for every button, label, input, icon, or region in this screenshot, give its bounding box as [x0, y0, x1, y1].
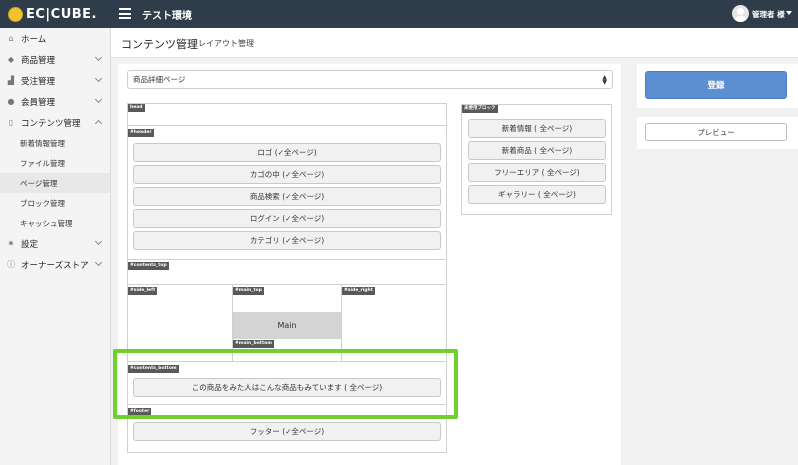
- sidebar-item-customers[interactable]: ● 会員管理: [0, 91, 110, 112]
- register-button[interactable]: 登録: [645, 71, 787, 99]
- unused-blocks-panel: 未使用ブロック 新着情報 ( 全ページ) 新着商品 ( 全ページ) フリーエリア…: [461, 104, 612, 215]
- sidebar-item-settings[interactable]: ✷ 設定: [0, 233, 110, 254]
- sidebar-subitem-cache[interactable]: キャッシュ管理: [0, 213, 110, 233]
- user-avatar-icon[interactable]: [732, 5, 749, 22]
- select-arrows-icon: ▲ ▼: [602, 74, 607, 86]
- page-select[interactable]: 商品詳細ページ ▲ ▼: [127, 70, 613, 89]
- section-tag-side-right: #side_right: [342, 287, 375, 295]
- top-bar: EC|CUBE. テスト環境 管理者 様: [0, 0, 798, 28]
- sidebar-item-label: オーナーズストア: [21, 260, 89, 271]
- main-content-area: Main: [233, 312, 341, 339]
- gear-icon: ✷: [7, 239, 15, 248]
- sidebar-item-owners-store[interactable]: ⓘ オーナーズストア: [0, 254, 110, 275]
- highlight-box: [113, 349, 458, 419]
- cart-icon: ▟: [7, 76, 15, 85]
- unused-block[interactable]: 新着商品 ( 全ページ): [468, 141, 606, 160]
- section-tag-contents-top: #contents_top: [128, 262, 169, 270]
- users-icon: ●: [7, 97, 15, 106]
- sidebar: ⌂ ホーム ◆ 商品管理 ▟ 受注管理 ● 会員管理 ▯ コンテンツ管理 新着情…: [0, 28, 111, 465]
- chevron-up-icon: [94, 119, 103, 128]
- register-card: 登録: [637, 64, 798, 108]
- sidebar-item-label: コンテンツ管理: [21, 118, 81, 129]
- sidebar-item-label: ホーム: [21, 34, 47, 45]
- tag-icon: ◆: [7, 55, 15, 64]
- section-tag-main-top: #main_top: [233, 287, 264, 295]
- sidebar-item-home[interactable]: ⌂ ホーム: [0, 28, 110, 49]
- unused-block[interactable]: ギャラリー ( 全ページ): [468, 185, 606, 204]
- file-icon: ▯: [8, 118, 14, 127]
- preview-card: プレビュー: [637, 117, 798, 149]
- hamburger-menu-icon[interactable]: [119, 8, 131, 19]
- sidebar-subitem-pages[interactable]: ページ管理: [0, 173, 110, 193]
- user-name[interactable]: 管理者 様: [752, 9, 785, 20]
- layout-block[interactable]: ログイン (✓全ページ): [133, 209, 441, 228]
- section-tag-main-bottom: #main_bottom: [233, 340, 274, 348]
- layout-block[interactable]: フッター (✓全ページ): [133, 422, 441, 441]
- chevron-down-icon: [94, 74, 103, 83]
- chevron-down-icon[interactable]: [786, 11, 792, 15]
- home-icon: ⌂: [8, 34, 14, 43]
- logo-mark-icon: [8, 6, 23, 22]
- sidebar-item-label: 会員管理: [21, 97, 56, 108]
- logo[interactable]: EC|CUBE.: [8, 6, 97, 22]
- page-subtitle: レイアウト管理: [198, 39, 254, 48]
- section-tag-header: #header: [128, 129, 154, 137]
- layout-block[interactable]: カゴの中 (✓全ページ): [133, 165, 441, 184]
- sidebar-subitem-blocks[interactable]: ブロック管理: [0, 193, 110, 213]
- chevron-down-icon: [94, 258, 103, 267]
- unused-blocks-label: 未使用ブロック: [462, 105, 498, 113]
- sidebar-item-contents[interactable]: ▯ コンテンツ管理: [0, 112, 110, 133]
- info-icon: ⓘ: [7, 260, 15, 269]
- preview-button[interactable]: プレビュー: [645, 123, 787, 141]
- sidebar-subitem-news[interactable]: 新着情報管理: [0, 133, 110, 153]
- page-title: コンテンツ管理: [121, 38, 198, 51]
- page-header: コンテンツ管理 レイアウト管理: [111, 28, 798, 58]
- sidebar-item-label: 受注管理: [21, 76, 56, 87]
- unused-block[interactable]: 新着情報 ( 全ページ): [468, 119, 606, 138]
- sidebar-item-label: 設定: [21, 239, 39, 250]
- chevron-down-icon: [94, 95, 103, 104]
- chevron-down-icon: [94, 53, 103, 62]
- section-tag-side-left: #side_left: [128, 287, 158, 295]
- shop-name: テスト環境: [142, 11, 192, 22]
- layout-block[interactable]: 商品検索 (✓全ページ): [133, 187, 441, 206]
- logo-text: EC|CUBE.: [26, 6, 97, 22]
- chevron-down-icon: [94, 237, 103, 246]
- layout-block[interactable]: カテゴリ (✓全ページ): [133, 231, 441, 250]
- sidebar-item-label: 商品管理: [21, 55, 56, 66]
- page-select-value: 商品詳細ページ: [133, 75, 186, 84]
- sidebar-item-orders[interactable]: ▟ 受注管理: [0, 70, 110, 91]
- layout-block[interactable]: ロゴ (✓全ページ): [133, 143, 441, 162]
- section-tag-head: head: [128, 104, 145, 112]
- sidebar-subitem-files[interactable]: ファイル管理: [0, 153, 110, 173]
- sidebar-item-products[interactable]: ◆ 商品管理: [0, 49, 110, 70]
- unused-block[interactable]: フリーエリア ( 全ページ): [468, 163, 606, 182]
